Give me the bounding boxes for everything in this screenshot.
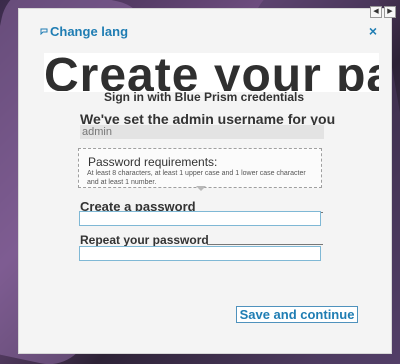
save-and-continue-button[interactable]: Save and continue (236, 306, 358, 323)
password-requirements-text: At least 8 characters, at least 1 upper … (87, 170, 306, 186)
page-title: Create your passw (44, 53, 379, 92)
hero-banner: Create your passw (44, 53, 379, 92)
password-requirements-box: Password requirements: At least 8 charac… (78, 148, 322, 188)
repeat-password-label: Repeat your password (80, 233, 209, 247)
change-language-link[interactable]: Change lang (50, 24, 128, 39)
chat-bubble-icon (40, 28, 48, 35)
nav-left-icon[interactable]: ◀ (370, 6, 382, 18)
nav-right-icon[interactable]: ▶ (384, 6, 396, 18)
language-switcher[interactable]: Change lang (40, 24, 128, 39)
subtitle: Sign in with Blue Prism credentials (104, 90, 305, 104)
close-icon[interactable]: × (369, 24, 377, 38)
password-requirements-title: Password requirements: (88, 155, 218, 169)
repeat-password-divider (207, 244, 323, 245)
username-field: admin (80, 125, 324, 139)
create-password-input[interactable] (79, 211, 321, 226)
window-nav-arrows: ◀ ▶ (370, 6, 396, 18)
repeat-password-input[interactable] (79, 246, 321, 261)
tooltip-arrow-icon (196, 186, 206, 191)
